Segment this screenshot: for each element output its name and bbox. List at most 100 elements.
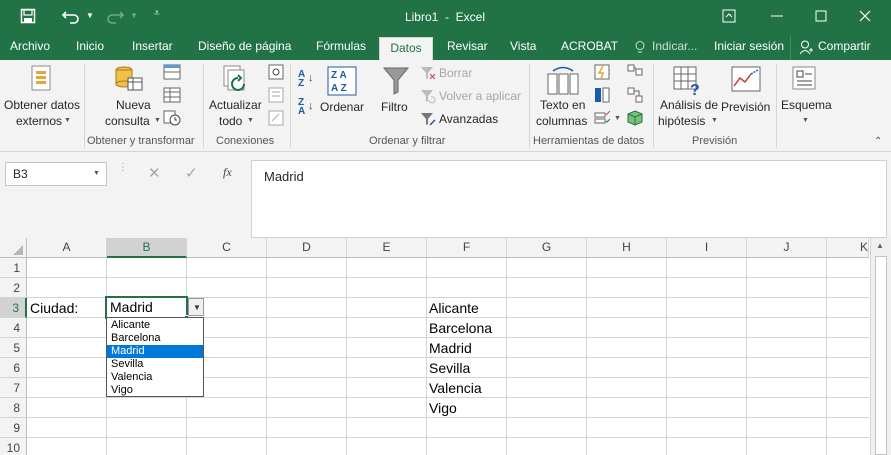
column-header[interactable]: G	[507, 238, 587, 258]
column-header[interactable]: D	[267, 238, 347, 258]
dropdown-option-selected[interactable]: Madrid	[107, 345, 203, 358]
close-icon[interactable]	[858, 9, 872, 23]
insert-function-icon[interactable]: fx	[223, 165, 232, 180]
active-cell-b3[interactable]: Madrid	[105, 296, 188, 319]
row-header[interactable]: 6	[0, 358, 27, 378]
name-box[interactable]: B3 ▼	[5, 162, 107, 186]
tab-inicio[interactable]: Inicio	[76, 36, 104, 60]
tab-formulas[interactable]: Fórmulas	[316, 36, 366, 60]
tab-archivo[interactable]: Archivo	[10, 36, 50, 60]
sort-dialog-icon: Z A A Z	[327, 66, 357, 96]
sort-z-a-button[interactable]: ZA ↓	[298, 98, 316, 118]
column-header[interactable]: I	[667, 238, 747, 258]
undo-dropdown-icon[interactable]: ▼	[86, 11, 94, 20]
recent-sources-icon[interactable]	[163, 110, 181, 126]
tab-insertar[interactable]: Insertar	[132, 36, 173, 60]
cell-f3[interactable]: Alicante	[429, 298, 479, 318]
share-label: Compartir	[818, 39, 871, 53]
row-header[interactable]: 5	[0, 338, 27, 358]
select-all-corner[interactable]	[0, 238, 27, 258]
drag-handle-icon[interactable]: ⋮	[118, 163, 128, 173]
sort-a-z-button[interactable]: AZ ↓	[298, 70, 316, 90]
undo-icon[interactable]	[62, 8, 80, 24]
column-header[interactable]: J	[747, 238, 827, 258]
text-to-columns-label-2: columnas	[536, 114, 588, 128]
connections-icon[interactable]	[268, 64, 284, 80]
dropdown-option[interactable]: Barcelona	[107, 332, 203, 345]
dropdown-option[interactable]: Alicante	[107, 319, 203, 332]
sign-in-link[interactable]: Iniciar sesión	[714, 36, 784, 60]
row-header[interactable]: 10	[0, 438, 27, 455]
cell-f4[interactable]: Barcelona	[429, 318, 492, 338]
cell-f6[interactable]: Sevilla	[429, 358, 470, 378]
row-header[interactable]: 8	[0, 398, 27, 418]
cell-f7[interactable]: Valencia	[429, 378, 482, 398]
dropdown-option[interactable]: Valencia	[107, 371, 203, 384]
reapply-icon	[421, 90, 436, 104]
ribbon-display-options-icon[interactable]	[722, 9, 736, 23]
tab-diseno-pagina[interactable]: Diseño de página	[198, 36, 291, 60]
advanced-filter-icon[interactable]	[420, 111, 436, 127]
advanced-label[interactable]: Avanzadas	[439, 112, 498, 126]
column-header[interactable]: A	[27, 238, 107, 258]
formula-input[interactable]: Madrid	[251, 160, 887, 238]
column-header[interactable]: B	[107, 238, 187, 258]
maximize-icon[interactable]	[814, 9, 828, 23]
customize-qat-icon[interactable]: ⩡	[154, 8, 160, 19]
minimize-icon[interactable]	[770, 9, 784, 23]
cell-f8[interactable]: Vigo	[429, 398, 457, 418]
get-external-data-button[interactable]: Obtener datos externos ▼	[2, 60, 82, 132]
data-validation-icon[interactable]	[594, 110, 610, 126]
tab-vista[interactable]: Vista	[510, 36, 536, 60]
cell-a3[interactable]: Ciudad:	[30, 298, 78, 318]
dropdown-arrow-button[interactable]: ▼	[188, 298, 204, 316]
flash-fill-icon[interactable]	[594, 64, 610, 80]
row-header[interactable]: 4	[0, 318, 27, 338]
filter-button[interactable]: Filtro	[377, 60, 415, 132]
show-queries-icon[interactable]	[163, 64, 181, 80]
from-table-icon[interactable]	[163, 87, 181, 103]
row-header[interactable]: 3	[0, 298, 27, 318]
data-model-icon[interactable]	[627, 110, 643, 126]
column-header[interactable]: H	[587, 238, 667, 258]
relationships-icon[interactable]	[627, 87, 643, 103]
tab-datos[interactable]: Datos	[379, 37, 433, 60]
sort-button[interactable]: Z A A Z Ordenar	[318, 60, 368, 132]
share-button[interactable]: Compartir	[790, 36, 891, 60]
chevron-down-icon: ▼	[711, 117, 718, 124]
row-header[interactable]: 9	[0, 418, 27, 438]
chevron-down-icon[interactable]: ▼	[93, 170, 100, 177]
forecast-sheet-button[interactable]: Previsión	[720, 60, 772, 132]
dropdown-option[interactable]: Vigo	[107, 384, 203, 397]
column-header[interactable]: E	[347, 238, 427, 258]
scrollbar-thumb[interactable]	[875, 256, 887, 455]
tab-revisar[interactable]: Revisar	[447, 36, 488, 60]
row-header[interactable]: 1	[0, 258, 27, 278]
row-header[interactable]: 2	[0, 278, 27, 298]
svg-text:?: ?	[690, 82, 700, 96]
tell-me-search[interactable]: Indicar...	[652, 36, 697, 60]
collapse-ribbon-icon[interactable]: ⌃	[874, 136, 882, 147]
new-query-button[interactable]: Nueva consulta ▼	[104, 60, 161, 132]
text-to-columns-button[interactable]: Texto en columnas	[533, 60, 593, 132]
outline-button[interactable]: Esquema ▼	[778, 60, 832, 132]
separator	[84, 64, 85, 148]
cell-f5[interactable]: Madrid	[429, 338, 472, 358]
text-to-columns-icon	[547, 66, 579, 95]
what-if-analysis-button[interactable]: ? Análisis de hipótesis ▼	[657, 60, 719, 132]
tab-acrobat[interactable]: ACROBAT	[561, 36, 618, 60]
properties-icon	[268, 87, 284, 103]
remove-duplicates-icon[interactable]	[594, 87, 610, 103]
column-header[interactable]: C	[187, 238, 267, 258]
save-icon[interactable]	[20, 8, 36, 24]
dropdown-option[interactable]: Sevilla	[107, 358, 203, 371]
sort-z-a-icon: ZA	[298, 97, 306, 117]
column-header[interactable]: K	[827, 238, 869, 258]
row-header[interactable]: 7	[0, 378, 27, 398]
validation-dropdown-list[interactable]: Alicante Barcelona Madrid Sevilla Valenc…	[106, 317, 204, 397]
refresh-all-button[interactable]: Actualizar todo ▼	[206, 60, 268, 132]
consolidate-icon[interactable]	[627, 64, 643, 80]
scroll-up-icon[interactable]: ▲	[876, 241, 884, 250]
column-header[interactable]: F	[427, 238, 507, 258]
vertical-scrollbar[interactable]: ▲	[870, 238, 891, 455]
